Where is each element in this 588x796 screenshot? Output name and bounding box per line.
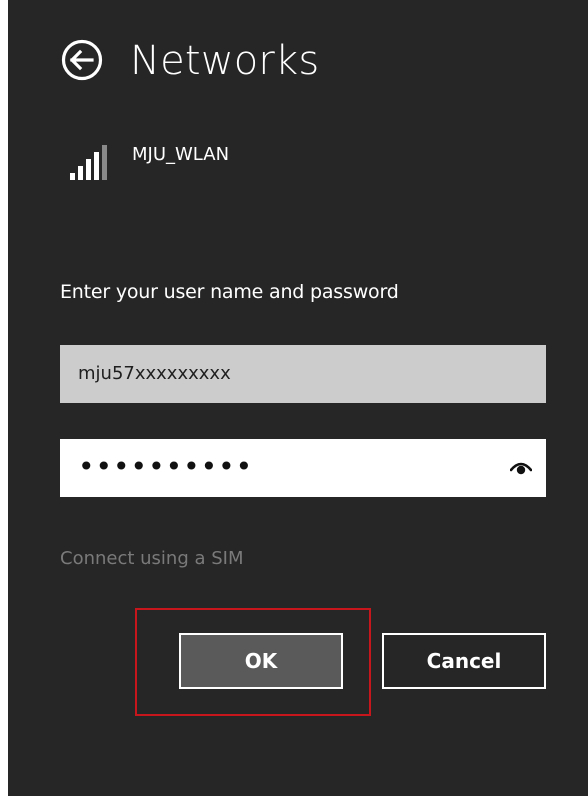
connect-using-sim-link[interactable]: Connect using a SIM bbox=[60, 547, 244, 571]
password-masked-value: •••••••••• bbox=[78, 450, 254, 483]
ok-button[interactable]: OK bbox=[179, 633, 343, 689]
username-field[interactable] bbox=[60, 345, 546, 403]
network-flyout-panel: Networks MJU_WLAN Enter your user name a… bbox=[8, 0, 588, 796]
cancel-button[interactable]: Cancel bbox=[382, 633, 546, 689]
eye-icon[interactable] bbox=[509, 457, 533, 479]
page-title: Networks bbox=[130, 38, 320, 84]
back-arrow-circle-icon[interactable] bbox=[60, 38, 104, 82]
wifi-signal-icon bbox=[70, 140, 116, 180]
network-name: MJU_WLAN bbox=[132, 144, 230, 165]
credentials-prompt: Enter your user name and password bbox=[60, 281, 399, 303]
password-field[interactable]: •••••••••• bbox=[60, 439, 546, 497]
